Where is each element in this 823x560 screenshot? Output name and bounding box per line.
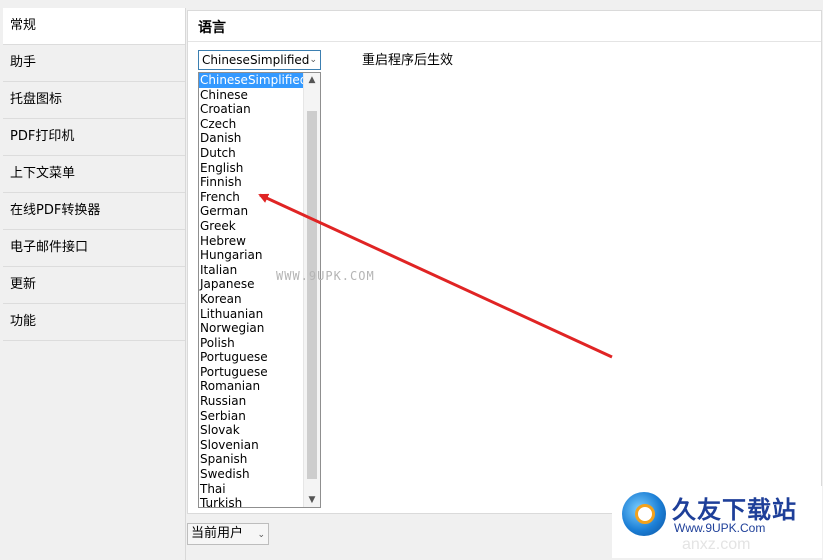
sidebar-item[interactable]: 助手 — [3, 45, 185, 82]
sidebar-item[interactable]: 常规 — [3, 8, 185, 45]
language-option[interactable]: Croatian — [199, 102, 303, 117]
section-title-language: 语言 — [198, 20, 226, 36]
dropdown-scrollbar[interactable]: ▲ ▼ — [303, 73, 320, 507]
user-scope-select[interactable]: 当前用户 ⌄ — [187, 523, 269, 545]
sidebar-item[interactable]: 托盘图标 — [3, 82, 185, 119]
restart-note: 重启程序后生效 — [362, 53, 454, 68]
section-divider — [188, 41, 821, 42]
chevron-down-icon[interactable]: ▼ — [304, 493, 320, 507]
language-option[interactable]: Dutch — [199, 146, 303, 161]
scrollbar-thumb[interactable] — [307, 111, 317, 479]
language-option[interactable]: French — [199, 190, 303, 205]
language-option[interactable]: Slovak — [199, 423, 303, 438]
chevron-up-icon[interactable]: ▲ — [304, 73, 320, 87]
language-option[interactable]: Romanian — [199, 379, 303, 394]
sidebar-item[interactable]: 功能 — [3, 304, 185, 341]
settings-sidebar: 常规 助手 托盘图标 PDF打印机 上下文菜单 在线PDF转换器 电子邮件接口 更新 功能 — [3, 8, 186, 560]
language-option[interactable]: Korean — [199, 292, 303, 307]
language-option[interactable]: Polish — [199, 336, 303, 351]
site-logo: 久友下载站 Www.9UPK.Com anxz.com — [612, 486, 822, 558]
user-scope-value: 当前用户 — [191, 526, 244, 541]
sidebar-item[interactable]: PDF打印机 — [3, 119, 185, 156]
language-option[interactable]: Swedish — [199, 467, 303, 482]
language-option[interactable]: Greek — [199, 219, 303, 234]
logo-ghost-text: anxz.com — [682, 536, 751, 553]
chevron-down-icon: ⌄ — [309, 55, 317, 65]
language-option[interactable]: Spanish — [199, 452, 303, 467]
chevron-down-icon: ⌄ — [257, 530, 265, 540]
watermark-text: WWW.9UPK.COM — [276, 269, 375, 283]
language-option[interactable]: ChineseSimplified — [199, 73, 303, 88]
logo-emblem-core — [635, 504, 655, 524]
sidebar-item[interactable]: 更新 — [3, 267, 185, 304]
language-option[interactable]: Portuguese — [199, 365, 303, 380]
language-option[interactable]: Slovenian — [199, 438, 303, 453]
language-option[interactable]: Turkish — [199, 496, 303, 507]
language-option[interactable]: Danish — [199, 131, 303, 146]
sidebar-item[interactable]: 上下文菜单 — [3, 156, 185, 193]
language-option[interactable]: Chinese — [199, 88, 303, 103]
language-option[interactable]: Norwegian — [199, 321, 303, 336]
language-option[interactable]: Portuguese — [199, 350, 303, 365]
language-option[interactable]: German — [199, 204, 303, 219]
sidebar-item[interactable]: 在线PDF转换器 — [3, 193, 185, 230]
logo-name: 久友下载站 — [672, 496, 797, 524]
language-option[interactable]: English — [199, 161, 303, 176]
sidebar-item[interactable]: 电子邮件接口 — [3, 230, 185, 267]
language-select[interactable]: ChineseSimplified ⌄ — [198, 50, 321, 70]
language-option[interactable]: Russian — [199, 394, 303, 409]
settings-content-panel: 语言 ChineseSimplified ⌄ 重启程序后生效 ChineseSi… — [187, 10, 822, 514]
language-option[interactable]: Finnish — [199, 175, 303, 190]
language-option[interactable]: Serbian — [199, 409, 303, 424]
language-option[interactable]: Czech — [199, 117, 303, 132]
language-option[interactable]: Lithuanian — [199, 307, 303, 322]
language-dropdown-list[interactable]: ChineseSimplified Chinese Croatian Czech Dan… — [198, 72, 321, 508]
logo-emblem-icon — [622, 492, 666, 536]
language-option[interactable]: Hungarian — [199, 248, 303, 263]
language-option[interactable]: Thai — [199, 482, 303, 497]
logo-url: Www.9UPK.Com — [674, 521, 766, 535]
language-select-value: ChineseSimplified — [202, 53, 310, 67]
language-option[interactable]: Hebrew — [199, 234, 303, 249]
